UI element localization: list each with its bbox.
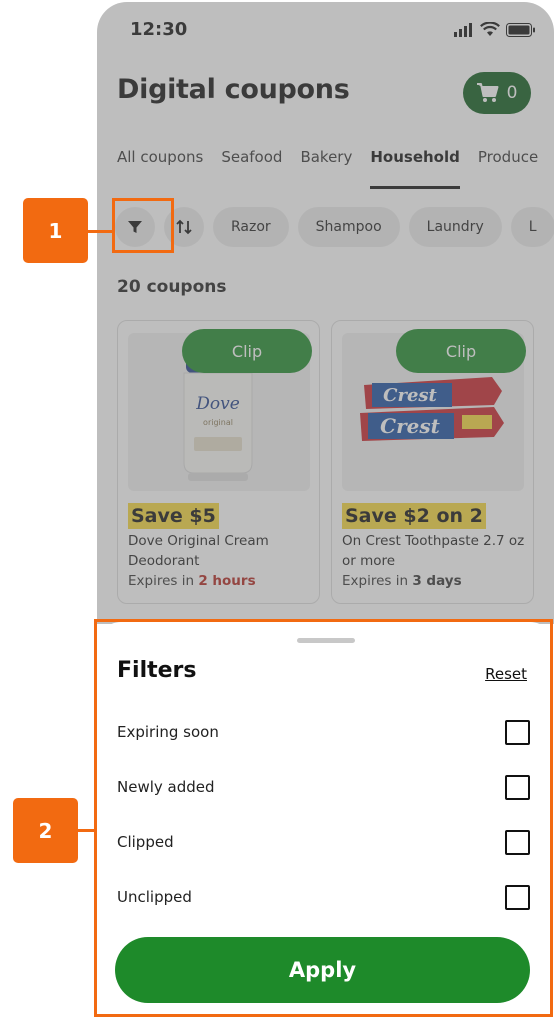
callout-badge-1: 1	[23, 198, 88, 263]
screenshot-canvas: 12:30 Digital coupons 0 All coupons Seaf…	[0, 0, 554, 1020]
callout-highlight-filters-sheet	[94, 619, 553, 1017]
callout-highlight-filter-button	[112, 198, 174, 253]
modal-scrim[interactable]	[97, 2, 554, 624]
callout-connector	[78, 829, 95, 832]
callout-badge-2: 2	[13, 798, 78, 863]
callout-connector	[88, 230, 112, 233]
